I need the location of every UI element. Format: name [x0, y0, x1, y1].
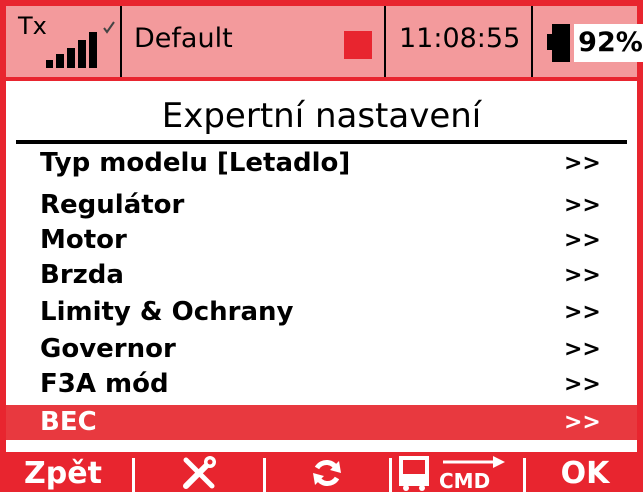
chevron-right-icon: >>: [564, 193, 601, 218]
page-title: Expertní nastavení: [161, 96, 482, 136]
status-bar: Tx Default 11:08:55 92%: [6, 6, 643, 81]
refresh-button[interactable]: [267, 452, 387, 492]
menu-item-typ-modelu[interactable]: Typ modelu [Letadlo] >>: [6, 146, 637, 181]
menu-item-label: BEC: [40, 407, 97, 437]
menu-item-label: Limity & Ochrany: [40, 297, 294, 327]
ok-button[interactable]: OK: [527, 452, 643, 492]
back-button[interactable]: Zpět: [0, 452, 126, 492]
cmd-text: CMD: [439, 469, 490, 492]
chevron-right-icon: >>: [564, 263, 601, 288]
menu-item-label: Brzda: [40, 260, 124, 290]
profile-name: Default: [134, 23, 233, 54]
chevron-right-icon: >>: [564, 337, 601, 362]
menu-item-label: Motor: [40, 225, 127, 255]
title-divider: [16, 140, 627, 144]
cmd-button[interactable]: CMD: [393, 452, 521, 492]
menu-item-label: Regulátor: [40, 190, 185, 220]
signal-bars-icon: [46, 20, 126, 68]
menu-item-governor[interactable]: Governor >>: [6, 332, 637, 367]
check-icon: [103, 21, 115, 34]
menu-item-label: Governor: [40, 334, 176, 364]
chevron-right-icon: >>: [564, 410, 601, 435]
chevron-right-icon: >>: [564, 300, 601, 325]
cmd-device-icon: CMD: [399, 456, 505, 492]
menu-item-f3a-mod[interactable]: F3A mód >>: [6, 367, 637, 402]
battery-percent: 92%: [574, 24, 643, 62]
chevron-right-icon: >>: [564, 151, 601, 176]
tools-button[interactable]: [136, 452, 261, 492]
softkey-bar: Zpět CMD OK: [0, 452, 643, 492]
clock-time: 11:08:55: [399, 23, 521, 54]
chevron-right-icon: >>: [564, 228, 601, 253]
menu-item-label: Typ modelu [Letadlo]: [40, 148, 351, 178]
menu-item-limity-ochrany[interactable]: Limity & Ochrany >>: [6, 295, 637, 330]
menu-item-motor[interactable]: Motor >>: [6, 223, 637, 258]
menu-item-brzda[interactable]: Brzda >>: [6, 258, 637, 293]
menu-item-bec[interactable]: BEC >>: [6, 405, 637, 440]
menu-item-label: F3A mód: [40, 369, 169, 399]
battery-icon: [552, 24, 570, 62]
chevron-right-icon: >>: [564, 372, 601, 397]
refresh-icon: [313, 460, 341, 486]
record-indicator-icon: [344, 31, 372, 59]
wrench-screwdriver-icon: [183, 456, 216, 489]
menu-item-regulator[interactable]: Regulátor >>: [6, 188, 637, 223]
tx-label: Tx: [18, 12, 47, 40]
